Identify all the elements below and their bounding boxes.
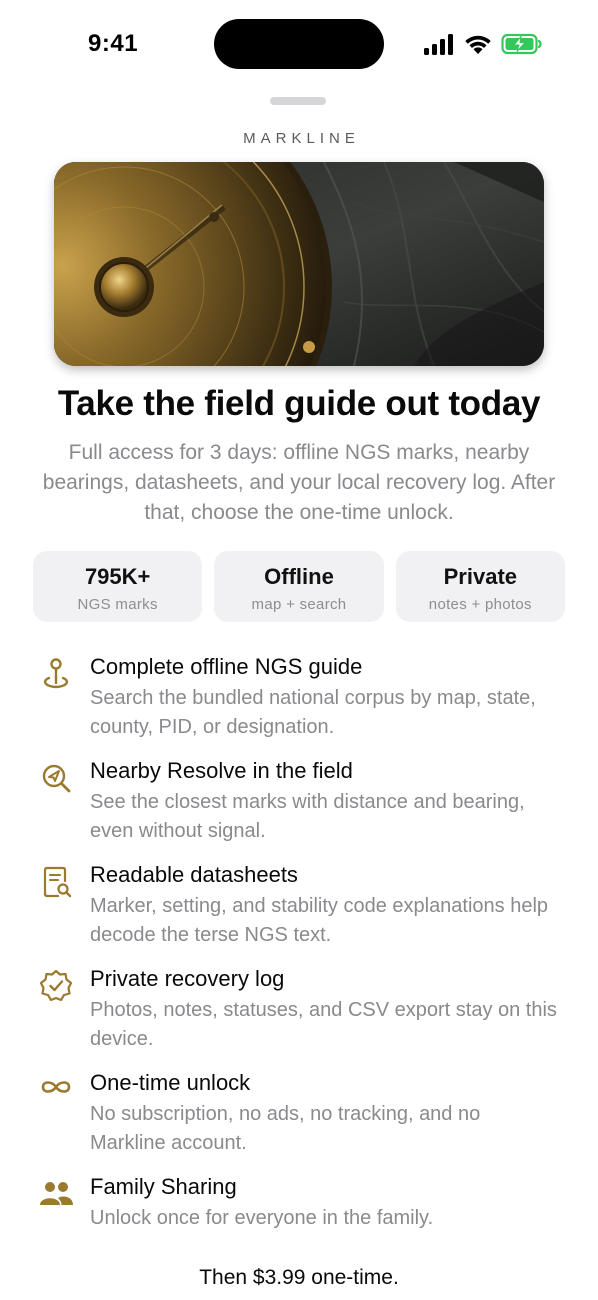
cellular-signal-icon: [424, 34, 453, 55]
map-pin-icon: [43, 658, 69, 689]
stat-value: 795K+: [84, 564, 151, 589]
feature-description: Search the bundled national corpus by ma…: [90, 687, 536, 738]
status-bar: 9:41: [0, 0, 598, 90]
dynamic-island: [214, 19, 384, 69]
feature-title: Private recovery log: [90, 966, 285, 991]
feature-description: See the closest marks with distance and …: [90, 791, 525, 842]
stat-value: Offline: [264, 564, 334, 589]
hero-image: [54, 162, 544, 366]
feature-description: No subscription, no ads, no tracking, an…: [90, 1103, 481, 1154]
feature-description: Photos, notes, statuses, and CSV export …: [90, 999, 557, 1050]
stat-card-private: Private notes + photos: [395, 551, 565, 622]
battery-charging-icon: [501, 33, 542, 55]
wifi-icon: [465, 35, 491, 54]
status-icons: [423, 32, 543, 58]
feature-description: Unlock once for everyone in the family.: [90, 1207, 434, 1229]
stat-label: NGS marks: [77, 596, 158, 613]
feature-title: Nearby Resolve in the field: [90, 758, 353, 783]
stat-card-offline: Offline map + search: [214, 551, 384, 622]
stat-cards: 795K+ NGS marks Offline map + search Pri…: [33, 551, 565, 622]
infinity-icon: [41, 1081, 71, 1093]
price-line: Then $3.99 one-time.: [199, 1266, 399, 1289]
stat-label: map + search: [251, 596, 347, 613]
brand-name: MARKLINE: [243, 130, 360, 147]
headline: Take the field guide out today: [57, 384, 541, 423]
stat-card-marks: 795K+ NGS marks: [33, 551, 203, 622]
feature-description: Marker, setting, and stability code expl…: [90, 895, 549, 946]
status-time: 9:41: [88, 30, 139, 57]
feature-title: Readable datasheets: [90, 862, 298, 887]
stat-value: Private: [443, 564, 518, 589]
feature-title: One-time unlock: [90, 1070, 251, 1095]
subtitle: Full access for 3 days: offline NGS mark…: [42, 441, 556, 524]
family-icon: [40, 1182, 73, 1205]
verified-badge-icon: [39, 969, 73, 1002]
feature-title: Complete offline NGS guide: [90, 654, 363, 679]
document-search-icon: [43, 866, 72, 898]
sheet-grabber[interactable]: [270, 97, 326, 105]
feature-title: Family Sharing: [90, 1174, 237, 1199]
stat-label: notes + photos: [428, 596, 532, 613]
location-search-icon: [42, 764, 71, 793]
